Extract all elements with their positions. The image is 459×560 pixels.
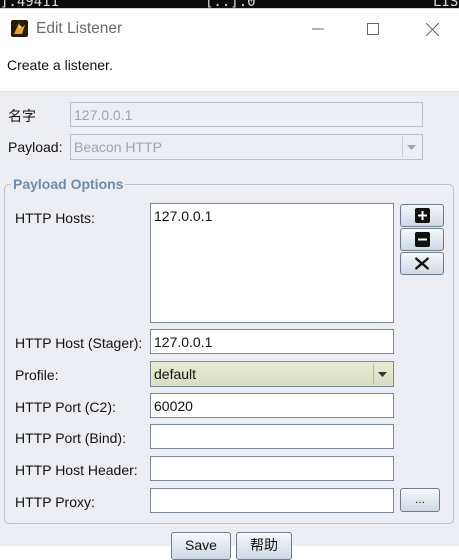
description-bar: Create a listener. (0, 49, 459, 92)
close-button[interactable] (409, 9, 455, 49)
minimize-icon (312, 28, 324, 30)
payload-options-title: Payload Options (11, 176, 126, 192)
description-text: Create a listener. (7, 57, 113, 73)
http-port-c2-label: HTTP Port (C2): (15, 399, 116, 415)
clear-hosts-button[interactable] (400, 252, 444, 275)
close-icon (425, 22, 439, 36)
http-host-header-input[interactable] (150, 456, 394, 481)
payload-select[interactable]: Beacon HTTP (70, 134, 423, 160)
plus-icon (414, 208, 430, 223)
x-icon (415, 257, 429, 270)
minimize-button[interactable] (295, 9, 341, 49)
http-hosts-label: HTTP Hosts: (15, 210, 95, 226)
http-port-bind-input[interactable] (150, 424, 394, 449)
payload-value: Beacon HTTP (74, 139, 162, 155)
list-item[interactable]: 127.0.0.1 (154, 208, 390, 224)
name-field[interactable]: 127.0.0.1 (70, 102, 423, 127)
http-hosts-list[interactable]: 127.0.0.1 (150, 203, 394, 323)
http-host-stager-input[interactable]: 127.0.0.1 (150, 329, 394, 354)
http-host-stager-label: HTTP Host (Stager): (15, 335, 143, 351)
profile-label: Profile: (15, 367, 59, 383)
chevron-down-icon (373, 364, 391, 384)
profile-value: default (154, 366, 197, 382)
http-port-bind-label: HTTP Port (Bind): (15, 430, 126, 446)
http-proxy-input[interactable] (150, 488, 394, 513)
title-bar[interactable]: Edit Listener (0, 9, 459, 49)
help-button[interactable]: 帮助 (236, 532, 292, 560)
maximize-button[interactable] (350, 9, 396, 49)
http-host-header-label: HTTP Host Header: (15, 462, 138, 478)
remove-host-button[interactable] (400, 228, 444, 251)
name-label: 名字 (8, 108, 36, 124)
maximize-icon (367, 23, 379, 35)
dialog-body: 名字 127.0.0.1 Payload: Beacon HTTP Payloa… (0, 92, 459, 560)
chevron-down-icon (402, 137, 420, 157)
save-button[interactable]: Save (171, 532, 231, 560)
proxy-settings-button[interactable]: ... (400, 488, 440, 512)
profile-select[interactable]: default (150, 361, 394, 387)
http-port-c2-input[interactable]: 60020 (150, 393, 394, 418)
minus-icon (414, 232, 430, 247)
add-host-button[interactable] (400, 204, 444, 227)
window-title: Edit Listener (36, 20, 123, 37)
edit-listener-dialog: Edit Listener Create a listener. 名字 127.… (0, 8, 459, 560)
payload-label: Payload: (8, 139, 63, 155)
http-proxy-label: HTTP Proxy: (15, 494, 95, 510)
app-logo-icon (11, 20, 28, 37)
